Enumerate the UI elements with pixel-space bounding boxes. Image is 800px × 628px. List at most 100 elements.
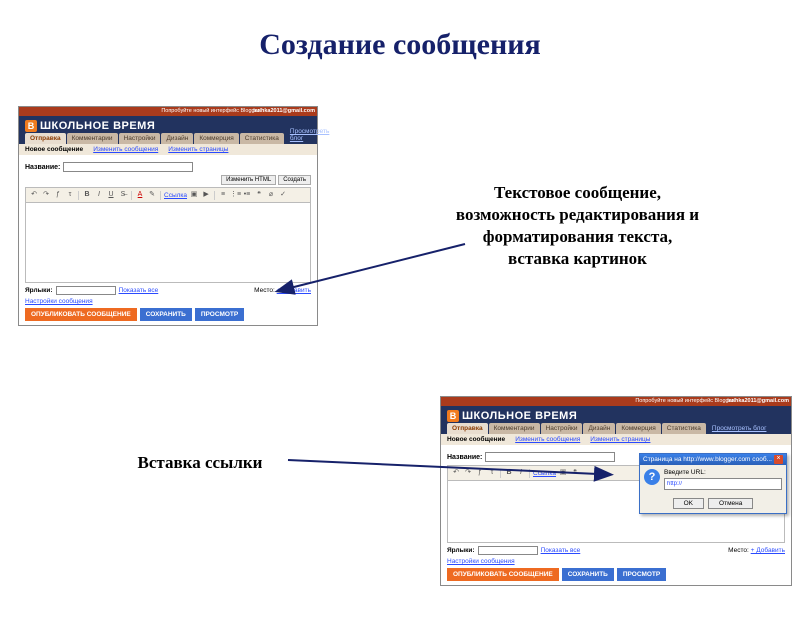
dialog-title-text: Страница на http://www.blogger.com сооб.… [643, 456, 772, 463]
italic-icon[interactable]: I [94, 190, 104, 200]
preview-button[interactable]: ПРОСМОТР [195, 308, 244, 321]
ok-button[interactable]: OK [673, 498, 704, 509]
underline-icon[interactable]: U [106, 190, 116, 200]
bold-icon[interactable]: B [504, 468, 514, 478]
sub-edit-pages[interactable]: Изменить страницы [590, 436, 650, 443]
remove-format-icon[interactable]: ⌀ [266, 190, 276, 200]
tab-comments[interactable]: Комментарии [489, 423, 540, 434]
textcolor-icon[interactable]: A [135, 190, 145, 200]
publish-button[interactable]: ОПУБЛИКОВАТЬ СООБЩЕНИЕ [25, 308, 137, 321]
editor-textarea[interactable] [25, 203, 311, 283]
publish-button[interactable]: ОПУБЛИКОВАТЬ СООБЩЕНИЕ [447, 568, 559, 581]
highlight-icon[interactable]: ✎ [147, 190, 157, 200]
undo-icon[interactable]: ↶ [451, 468, 461, 478]
logo: B ШКОЛЬНОЕ ВРЕМЯ [447, 410, 785, 422]
tab-settings[interactable]: Настройки [541, 423, 583, 434]
dialog-body: ? Введите URL: [640, 465, 786, 494]
try-new-link[interactable]: Попробуйте новый интерфейс Blogger! [635, 397, 735, 406]
add-place-link[interactable]: + Добавить [277, 287, 311, 294]
quote-icon[interactable]: ❝ [570, 468, 580, 478]
tabs: Отправка Комментарии Настройки Дизайн Ко… [447, 423, 771, 434]
italic-icon[interactable]: I [516, 468, 526, 478]
try-new-link[interactable]: Попробуйте новый интерфейс Blogger! [161, 107, 261, 116]
edit-html-button[interactable]: Изменить HTML [221, 175, 276, 185]
title-input[interactable] [485, 452, 615, 462]
tab-settings[interactable]: Настройки [119, 133, 161, 144]
link-button[interactable]: Ссылка [533, 470, 556, 477]
sub-new-post[interactable]: Новое сообщение [447, 436, 505, 443]
add-place-link[interactable]: + Добавить [751, 547, 785, 554]
fontsize-icon[interactable]: τ [65, 190, 75, 200]
dialog-buttons: OK Отмена [640, 498, 786, 509]
title-input[interactable] [63, 162, 193, 172]
title-label: Название: [447, 454, 482, 461]
tags-row: Ярлыки: Показать все Место: + Добавить [25, 286, 311, 295]
save-button[interactable]: СОХРАНИТЬ [140, 308, 192, 321]
annotation-insert-link: Вставка ссылки [100, 452, 300, 474]
spellcheck-icon[interactable]: ✓ [278, 190, 288, 200]
sub-new-post[interactable]: Новое сообщение [25, 146, 83, 153]
sub-edit-posts[interactable]: Изменить сообщения [515, 436, 580, 443]
bold-icon[interactable]: B [82, 190, 92, 200]
tab-stats[interactable]: Статистика [662, 423, 706, 434]
action-row: ОПУБЛИКОВАТЬ СООБЩЕНИЕ СОХРАНИТЬ ПРОСМОТ… [447, 568, 785, 581]
tags-input[interactable] [56, 286, 116, 295]
font-icon[interactable]: ƒ [475, 468, 485, 478]
tags-label: Ярлыки: [447, 547, 475, 554]
video-icon[interactable]: ▶ [201, 190, 211, 200]
header: B ШКОЛЬНОЕ ВРЕМЯ Отправка Комментарии На… [441, 406, 791, 434]
tab-commerce[interactable]: Коммерция [194, 133, 238, 144]
tags-input[interactable] [478, 546, 538, 555]
title-label: Название: [25, 164, 60, 171]
image-icon[interactable]: ▣ [558, 468, 568, 478]
show-all-tags[interactable]: Показать все [541, 547, 581, 554]
subbar: Новое сообщение Изменить сообщения Измен… [441, 434, 791, 445]
screenshot-editor: Попробуйте новый интерфейс Blogger! tash… [18, 106, 318, 326]
tab-stats[interactable]: Статистика [240, 133, 284, 144]
top-strip: Попробуйте новый интерфейс Blogger! tash… [19, 107, 317, 116]
show-all-tags[interactable]: Показать все [119, 287, 159, 294]
post-settings-link[interactable]: Настройки сообщения [25, 298, 311, 305]
blog-name: ШКОЛЬНОЕ ВРЕМЯ [462, 410, 577, 422]
user-email: tashka2011@gmail.com [727, 397, 789, 406]
close-icon[interactable]: × [774, 455, 783, 464]
tab-comments[interactable]: Комментарии [67, 133, 118, 144]
tab-commerce[interactable]: Коммерция [616, 423, 660, 434]
view-blog-link[interactable]: Просмотреть блог [285, 126, 334, 144]
dialog-titlebar: Страница на http://www.blogger.com сооб.… [640, 454, 786, 465]
sub-edit-posts[interactable]: Изменить сообщения [93, 146, 158, 153]
image-icon[interactable]: ▣ [189, 190, 199, 200]
tab-send[interactable]: Отправка [447, 423, 488, 434]
fontsize-icon[interactable]: τ [487, 468, 497, 478]
compose-button[interactable]: Создать [278, 175, 311, 185]
save-button[interactable]: СОХРАНИТЬ [562, 568, 614, 581]
post-settings-link[interactable]: Настройки сообщения [447, 558, 785, 565]
sub-edit-pages[interactable]: Изменить страницы [168, 146, 228, 153]
subbar: Новое сообщение Изменить сообщения Измен… [19, 144, 317, 155]
strike-icon[interactable]: S̶ [118, 190, 128, 200]
tab-send[interactable]: Отправка [25, 133, 66, 144]
place-label: Место: [728, 547, 749, 554]
question-icon: ? [644, 469, 660, 485]
redo-icon[interactable]: ↷ [41, 190, 51, 200]
align-icon[interactable]: ≡ [218, 190, 228, 200]
quote-icon[interactable]: ❝ [254, 190, 264, 200]
tab-design[interactable]: Дизайн [161, 133, 193, 144]
dialog-label: Введите URL: [664, 469, 782, 476]
top-strip: Попробуйте новый интерфейс Blogger! tash… [441, 397, 791, 406]
bulletlist-icon[interactable]: •≡ [242, 190, 252, 200]
blogger-icon: B [447, 410, 459, 422]
numlist-icon[interactable]: ⋮≡ [230, 190, 240, 200]
url-input[interactable] [664, 478, 782, 490]
mode-row: Изменить HTML Создать [25, 175, 311, 185]
link-button[interactable]: Ссылка [164, 192, 187, 199]
preview-button[interactable]: ПРОСМОТР [617, 568, 666, 581]
view-blog-link[interactable]: Просмотреть блог [707, 423, 772, 434]
title-row: Название: [25, 162, 311, 172]
undo-icon[interactable]: ↶ [29, 190, 39, 200]
annotation-text-editing: Текстовое сообщение, возможность редакти… [455, 182, 700, 270]
cancel-button[interactable]: Отмена [708, 498, 753, 509]
redo-icon[interactable]: ↷ [463, 468, 473, 478]
tab-design[interactable]: Дизайн [583, 423, 615, 434]
font-icon[interactable]: ƒ [53, 190, 63, 200]
